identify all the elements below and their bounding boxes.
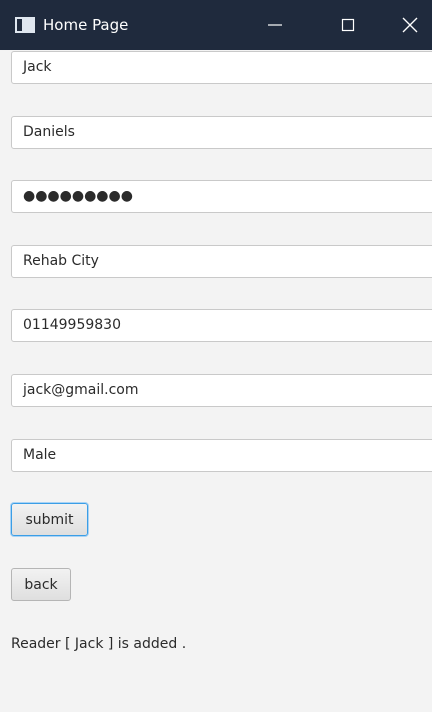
phone-field[interactable]: 01149959830: [11, 309, 432, 342]
status-message: Reader [ Jack ] is added .: [11, 636, 187, 652]
submit-button[interactable]: submit: [11, 503, 88, 536]
close-button[interactable]: [395, 10, 425, 40]
back-button[interactable]: back: [11, 568, 71, 601]
minimize-button[interactable]: [260, 10, 290, 40]
app-window-icon: [15, 17, 35, 33]
email-field[interactable]: jack@gmail.com: [11, 374, 432, 407]
gender-field[interactable]: Male: [11, 439, 432, 472]
last-name-field[interactable]: Daniels: [11, 116, 432, 149]
window-title: Home Page: [43, 16, 129, 34]
maximize-button[interactable]: [333, 10, 363, 40]
address-field[interactable]: Rehab City: [11, 245, 432, 278]
close-icon: [402, 17, 418, 33]
first-name-field[interactable]: Jack: [11, 51, 432, 84]
maximize-icon: [341, 18, 355, 32]
title-bar: Home Page: [0, 0, 432, 50]
password-field[interactable]: ●●●●●●●●●: [11, 180, 432, 213]
minimize-icon: [268, 24, 282, 26]
